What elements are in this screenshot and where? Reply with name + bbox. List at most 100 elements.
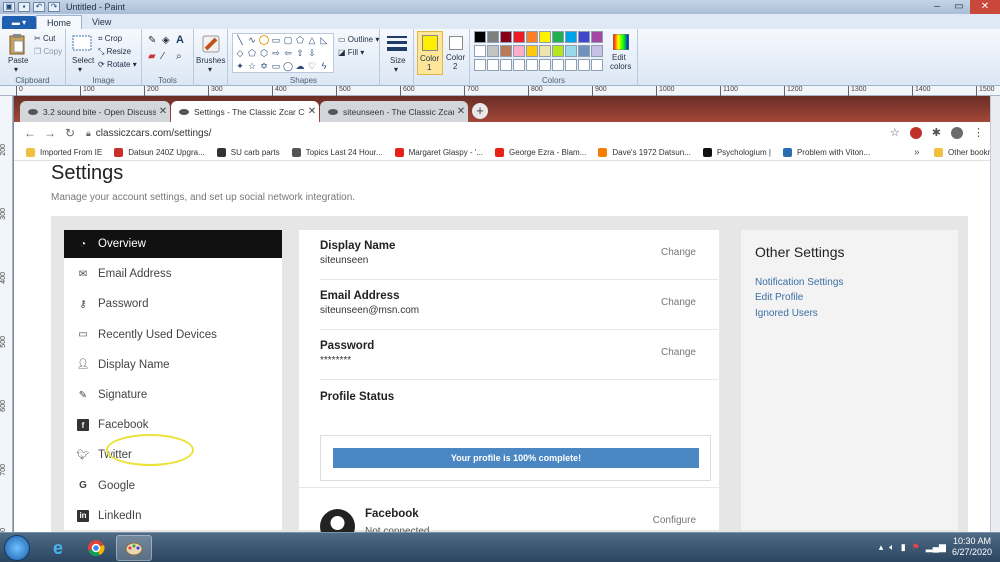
bookmark-item[interactable]: SU carb parts: [216, 147, 280, 157]
start-button[interactable]: [4, 535, 30, 561]
oval-shape-icon[interactable]: [259, 35, 269, 45]
diamond-shape-icon[interactable]: ◇: [235, 48, 245, 58]
size-dropdown-icon[interactable]: ▾: [394, 65, 398, 74]
color2-button[interactable]: Color 2: [445, 31, 469, 75]
profile-icon[interactable]: [951, 126, 963, 139]
polygon-shape-icon[interactable]: ⬠: [295, 35, 305, 45]
cloud-shape-icon[interactable]: ☁: [295, 61, 305, 71]
color-picker-icon[interactable]: ⁄: [162, 51, 164, 62]
reload-icon[interactable]: ↻: [60, 126, 80, 140]
eraser-tool-icon[interactable]: ▰: [148, 51, 156, 62]
palette-swatch[interactable]: [474, 31, 486, 43]
extension-badge-icon[interactable]: [909, 126, 922, 139]
maximize-button[interactable]: ▭: [948, 0, 970, 14]
bookmarks-overflow-icon[interactable]: »: [914, 147, 920, 158]
vertical-scrollbar[interactable]: [990, 96, 1000, 540]
right-triangle-shape-icon[interactable]: ◺: [319, 35, 329, 45]
rotate-button[interactable]: ⟳ Rotate ▾: [98, 60, 137, 69]
palette-swatch[interactable]: [591, 31, 603, 43]
sidebar-item-display-name[interactable]: 👤︎ Display Name: [64, 351, 282, 379]
star6-shape-icon[interactable]: ✡: [259, 61, 269, 71]
undo-icon[interactable]: ↶: [33, 2, 45, 12]
palette-swatch-empty[interactable]: [526, 59, 538, 71]
edit-profile-link[interactable]: Edit Profile: [755, 292, 803, 303]
hexagon-shape-icon[interactable]: ⬡: [259, 48, 269, 58]
other-bookmarks[interactable]: Other bookm: [934, 147, 990, 157]
volume-icon[interactable]: 🔈︎: [889, 542, 894, 553]
sidebar-item-overview[interactable]: ◔ Overview: [64, 230, 282, 258]
fill-button[interactable]: ◪ Fill ▾: [338, 48, 364, 57]
save-icon[interactable]: ▪: [18, 2, 30, 12]
address-bar[interactable]: 🔒︎ classiczcars.com/settings/: [86, 128, 211, 139]
palette-swatch[interactable]: [578, 31, 590, 43]
palette-swatch[interactable]: [526, 31, 538, 43]
tray-expand-icon[interactable]: ▴: [879, 542, 884, 553]
palette-swatch[interactable]: [539, 45, 551, 57]
select-dropdown-icon[interactable]: ▾: [78, 65, 82, 74]
close-button[interactable]: ✕: [970, 0, 1000, 14]
palette-swatch-empty[interactable]: [500, 59, 512, 71]
palette-swatch-empty[interactable]: [552, 59, 564, 71]
color1-button[interactable]: Color 1: [417, 31, 443, 75]
arrow-up-shape-icon[interactable]: ⇧: [295, 48, 305, 58]
callout-rect-shape-icon[interactable]: ▭: [271, 61, 281, 71]
tab-view[interactable]: View: [82, 15, 121, 29]
taskbar-chrome[interactable]: [78, 535, 114, 561]
cut-button[interactable]: ✂ Cut: [34, 34, 55, 43]
paint-canvas[interactable]: 3.2 sound bite - Open Discussion ✕ Setti…: [14, 96, 990, 540]
palette-swatch[interactable]: [500, 31, 512, 43]
paste-button[interactable]: Paste: [8, 56, 28, 65]
palette-swatch[interactable]: [552, 45, 564, 57]
palette-swatch[interactable]: [487, 45, 499, 57]
network-icon[interactable]: ▮: [901, 542, 906, 553]
palette-swatch[interactable]: [513, 31, 525, 43]
color-wheel-icon[interactable]: [613, 34, 629, 50]
forward-arrow-icon[interactable]: →: [40, 126, 60, 140]
heart-shape-icon[interactable]: ♡: [307, 61, 317, 71]
pencil-tool-icon[interactable]: ✎: [148, 35, 156, 46]
change-display-name-link[interactable]: Change: [661, 247, 696, 258]
taskbar-paint[interactable]: [116, 535, 152, 561]
paint-menu-icon[interactable]: ▣: [3, 2, 15, 12]
puzzle-icon[interactable]: ✱: [932, 126, 941, 139]
palette-swatch[interactable]: [578, 45, 590, 57]
palette-swatch-empty[interactable]: [474, 59, 486, 71]
arrow-left-shape-icon[interactable]: ⇦: [283, 48, 293, 58]
new-tab-button[interactable]: +: [472, 103, 488, 119]
change-email-link[interactable]: Change: [661, 297, 696, 308]
palette-swatch[interactable]: [539, 31, 551, 43]
bookmark-item[interactable]: Psychologium |: [702, 147, 771, 157]
copy-button[interactable]: ❐ Copy: [34, 47, 62, 56]
palette-swatch[interactable]: [487, 31, 499, 43]
palette-swatch-empty[interactable]: [565, 59, 577, 71]
text-tool-icon[interactable]: A: [176, 34, 184, 46]
outline-button[interactable]: ▭ Outline ▾: [338, 35, 379, 44]
callout-oval-shape-icon[interactable]: ◯: [283, 61, 293, 71]
tab-home[interactable]: Home: [36, 15, 83, 29]
signal-icon[interactable]: ▂▄▆: [926, 542, 946, 553]
palette-swatch-empty[interactable]: [539, 59, 551, 71]
tab-close-icon[interactable]: ✕: [156, 106, 170, 117]
palette-swatch[interactable]: [591, 45, 603, 57]
redo-icon[interactable]: ↷: [48, 2, 60, 12]
sidebar-item-signature[interactable]: ✎ Signature: [64, 381, 282, 409]
configure-facebook-link[interactable]: Configure: [653, 515, 696, 526]
rectangle-shape-icon[interactable]: ▭: [271, 35, 281, 45]
curve-shape-icon[interactable]: ∿: [247, 35, 257, 45]
ignored-users-link[interactable]: Ignored Users: [755, 308, 818, 319]
fill-tool-icon[interactable]: ◈: [162, 35, 170, 46]
paint-file-menu-button[interactable]: ▬ ▾: [2, 16, 36, 29]
paste-dropdown-icon[interactable]: ▾: [14, 65, 18, 74]
lightning-shape-icon[interactable]: ϟ: [319, 61, 329, 71]
shapes-gallery[interactable]: ╲ ∿ ▭ ▢ ⬠ △ ◺ ◇ ⬠ ⬡ ⇨ ⇦ ⇧ ⇩ ✦ ☆ ✡ ▭ ◯ ☁: [232, 33, 334, 73]
sidebar-item-google[interactable]: G Google: [64, 472, 282, 500]
palette-swatch[interactable]: [513, 45, 525, 57]
tab-close-icon[interactable]: ✕: [305, 106, 319, 117]
palette-swatch-empty[interactable]: [487, 59, 499, 71]
edit-colors-button[interactable]: Edit: [612, 53, 626, 62]
sidebar-item-email-address[interactable]: ✉ Email Address: [64, 260, 282, 288]
line-size-icon[interactable]: [387, 34, 407, 52]
palette-swatch[interactable]: [552, 31, 564, 43]
size-button[interactable]: Size: [390, 56, 406, 65]
clock[interactable]: 10:30 AM 6/27/2020: [952, 536, 992, 558]
